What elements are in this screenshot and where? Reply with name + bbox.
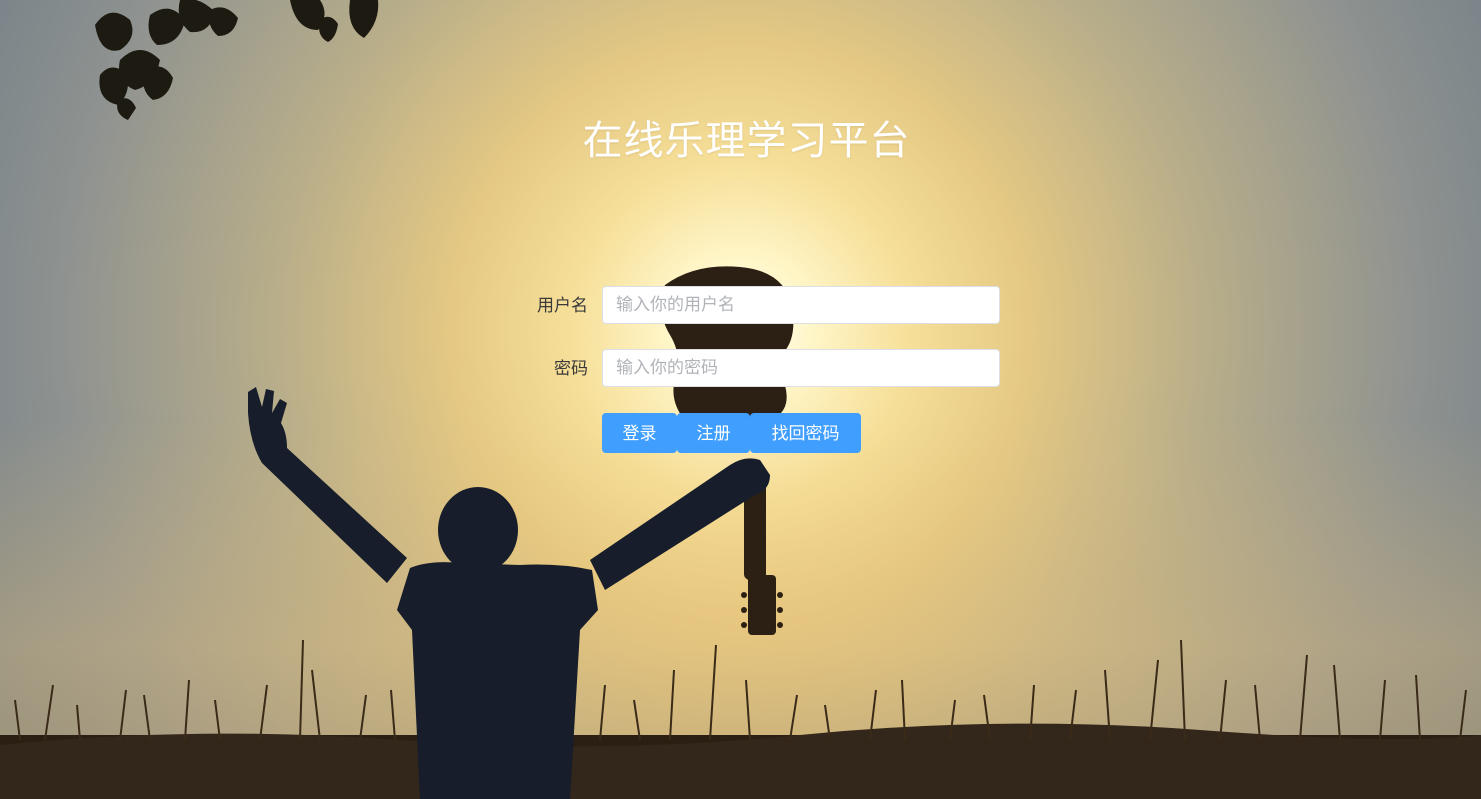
- username-row: 用户名: [500, 286, 1002, 326]
- username-label: 用户名: [537, 296, 588, 316]
- login-button[interactable]: 登录: [602, 413, 677, 453]
- page-title: 在线乐理学习平台: [0, 108, 1481, 166]
- password-row: 密码: [500, 349, 1002, 389]
- grass-blades: [14, 639, 1467, 741]
- username-input[interactable]: [602, 286, 1000, 324]
- register-button[interactable]: 注册: [677, 413, 750, 453]
- password-label: 密码: [554, 359, 588, 379]
- page-title-text: 在线乐理学习平台: [582, 118, 911, 164]
- tree-branch-silhouette: [95, 0, 379, 120]
- forgot-password-button[interactable]: 找回密码: [750, 413, 861, 453]
- password-input[interactable]: [602, 349, 1000, 387]
